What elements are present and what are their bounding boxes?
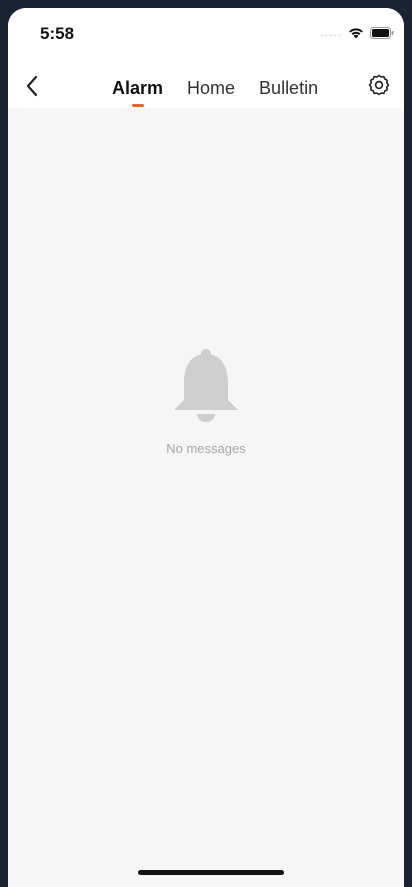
status-time: 5:58 xyxy=(40,24,75,43)
back-button[interactable] xyxy=(18,74,46,102)
tab-home[interactable]: Home xyxy=(187,78,235,99)
tab-alarm[interactable]: Alarm xyxy=(112,78,164,107)
tab-label: Bulletin xyxy=(259,78,319,98)
empty-state: No messages xyxy=(8,348,404,456)
tab-bar: Alarm Home Bulletin xyxy=(112,78,318,107)
active-tab-indicator xyxy=(131,104,144,107)
status-bar: 5:58 ····· xyxy=(8,8,404,60)
gear-icon xyxy=(367,73,391,102)
status-icons: ····· xyxy=(320,26,394,44)
tab-bulletin[interactable]: Bulletin xyxy=(259,78,318,99)
home-indicator[interactable] xyxy=(138,870,284,875)
app-screen: 5:58 ····· Alarm Home Bulletin No messag… xyxy=(8,8,404,887)
battery-icon xyxy=(370,26,394,44)
top-bar: 5:58 ····· Alarm Home Bulletin xyxy=(8,8,404,108)
wifi-icon xyxy=(348,26,364,44)
chevron-left-icon xyxy=(25,75,39,102)
nav-bar: Alarm Home Bulletin xyxy=(8,66,404,110)
empty-message: No messages xyxy=(166,441,246,456)
signal-dots-icon: ····· xyxy=(320,29,342,41)
bell-icon xyxy=(172,348,240,429)
settings-button[interactable] xyxy=(364,72,394,102)
tab-label: Home xyxy=(187,78,236,98)
tab-label: Alarm xyxy=(112,78,164,98)
